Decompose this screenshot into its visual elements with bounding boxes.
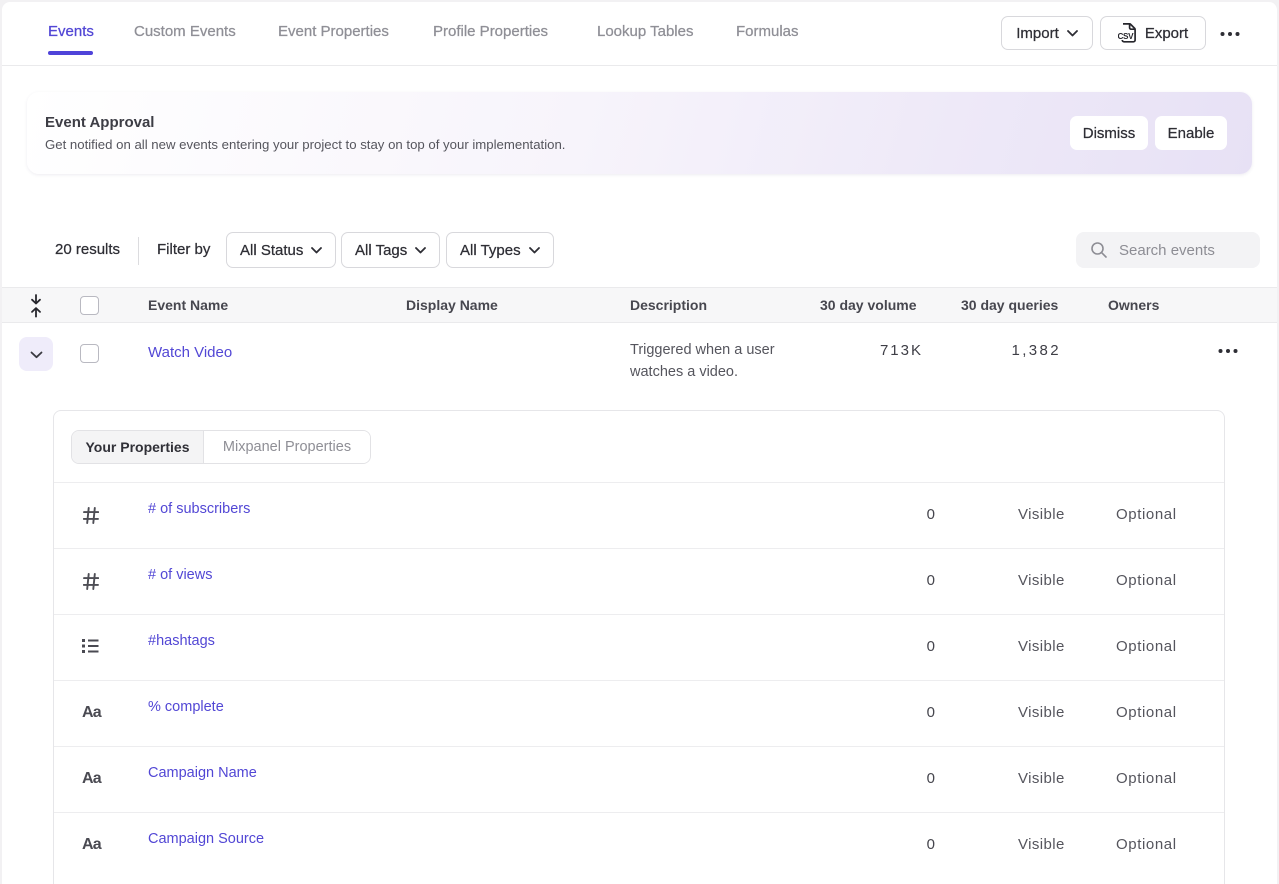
svg-text:CSV: CSV [1118, 32, 1134, 41]
